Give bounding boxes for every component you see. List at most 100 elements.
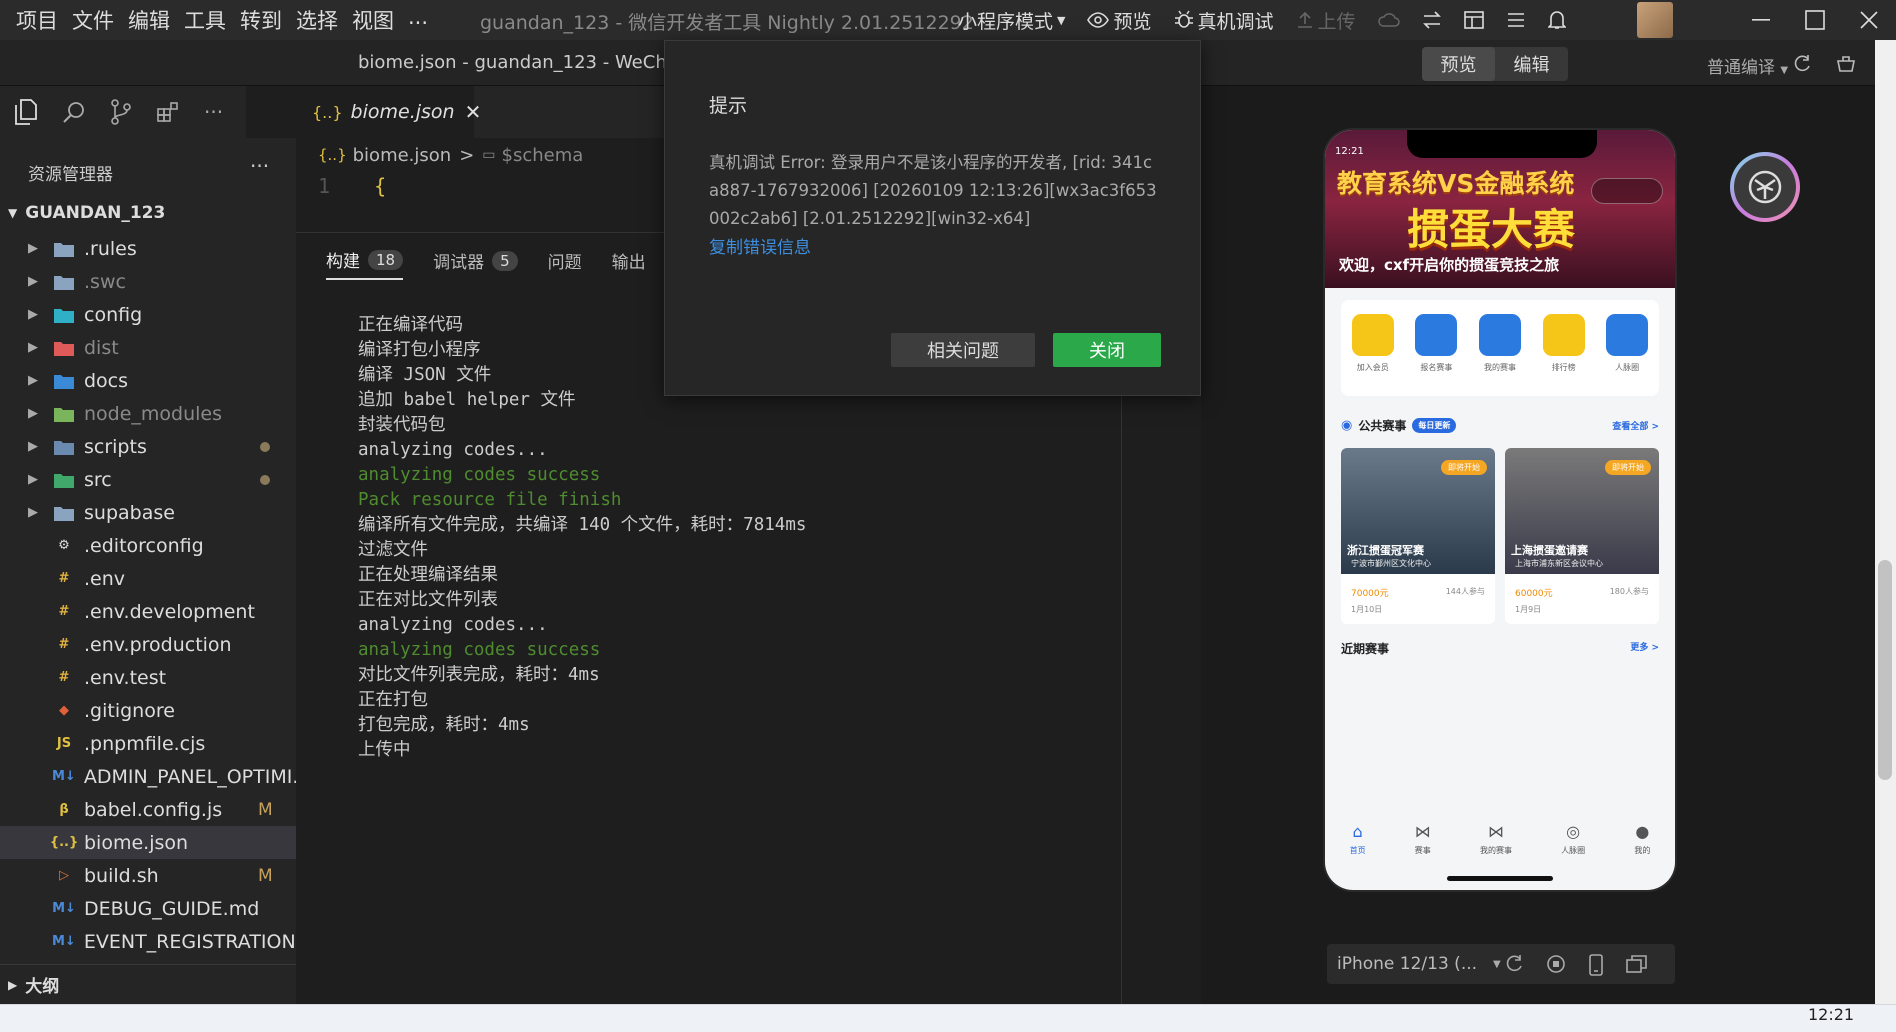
maximize-button[interactable] — [1788, 0, 1842, 40]
related-issues-button[interactable]: 相关问题 — [891, 333, 1035, 367]
menu-more[interactable]: ... — [408, 5, 428, 35]
remote-debug-button[interactable]: 真机调试 — [1174, 7, 1274, 34]
clear-cache-button[interactable] — [1836, 53, 1856, 73]
source-control-icon[interactable] — [110, 99, 132, 125]
cloud-button[interactable] — [1377, 12, 1400, 28]
switch-button[interactable] — [1422, 11, 1442, 29]
view-all-link[interactable]: 查看全部 > — [1612, 419, 1659, 432]
grid-item[interactable]: 报名赛事 — [1415, 314, 1458, 396]
folder-dist[interactable]: ▶ dist — [0, 331, 296, 364]
phone-simulator[interactable]: 12:21 教育系统VS金融系统 掼蛋大赛 欢迎，cxf开启你的掼蛋竞技之旅 加… — [1325, 130, 1675, 890]
grid-item-label: 加入会员 — [1356, 363, 1389, 372]
file-env-production[interactable]: # .env.production — [0, 628, 296, 661]
upload-button[interactable]: 上传 — [1296, 7, 1356, 34]
banner-headline: 掼蛋大赛 — [1407, 205, 1576, 254]
phone-icon[interactable] — [1588, 954, 1604, 976]
close-window-button[interactable] — [1842, 0, 1896, 40]
menu-view[interactable]: 视图 — [352, 5, 394, 35]
menu-project[interactable]: 项目 — [16, 5, 58, 35]
grid-item[interactable]: 我的赛事 — [1478, 314, 1521, 396]
event-card[interactable]: 即将开始 上海掼蛋邀请赛 上海市浦东新区会议中心 60000元 180人参与 1月9日 — [1505, 448, 1659, 624]
file-pnpmfile-cjs[interactable]: JS .pnpmfile.cjs — [0, 727, 296, 760]
extensions-icon[interactable] — [156, 100, 180, 124]
panel-tab-3[interactable]: 输出 — [612, 247, 646, 280]
public-tag: 每日更新 — [1412, 417, 1457, 433]
close-dialog-button[interactable]: 关闭 — [1053, 333, 1161, 367]
panel-tab-1[interactable]: 调试器 5 — [433, 247, 518, 280]
tree-item-label: src — [84, 468, 112, 491]
assistant-button[interactable] — [1730, 152, 1800, 222]
phone-tab-1[interactable]: ⋈ 赛事 — [1415, 822, 1431, 870]
outline-section[interactable]: ▶ 大纲 — [0, 964, 296, 1004]
editor-tab-biome[interactable]: {..} biome.json ✕ — [296, 86, 481, 138]
file-babel-config-js[interactable]: β babel.config.js M — [0, 793, 296, 826]
menu-goto[interactable]: 转到 — [240, 5, 282, 35]
code-line[interactable]: 1 { — [318, 174, 386, 198]
panel-tab-0[interactable]: 构建 18 — [326, 247, 404, 280]
folder-config[interactable]: ▶ config — [0, 298, 296, 331]
grid-item[interactable]: 排行榜 — [1542, 314, 1585, 396]
folder-rules[interactable]: ▶ .rules — [0, 232, 296, 265]
file-env[interactable]: # .env — [0, 562, 296, 595]
folder-scripts[interactable]: ▶ scripts — [0, 430, 296, 463]
outer-scrollbar[interactable] — [1875, 40, 1896, 1004]
breadcrumb-symbol[interactable]: $schema — [502, 145, 584, 166]
layout-button[interactable] — [1463, 11, 1484, 29]
phone-tab-2[interactable]: ⋈ 我的赛事 — [1480, 822, 1512, 870]
breadcrumb-file[interactable]: biome.json — [353, 145, 452, 166]
file-admin-panel-optimi[interactable]: M↓ ADMIN_PANEL_OPTIMI... — [0, 760, 296, 793]
sim-preview-tab[interactable]: 预览 — [1422, 47, 1495, 81]
copy-error-link[interactable]: 复制错误信息 — [709, 233, 811, 258]
folder-docs[interactable]: ▶ docs — [0, 364, 296, 397]
mode-dropdown[interactable]: 小程序模式 ▼ — [958, 7, 1065, 34]
phone-tab-3[interactable]: ◎ 人脉圈 — [1561, 822, 1585, 870]
folder-src[interactable]: ▶ src — [0, 463, 296, 496]
folder-node-modules[interactable]: ▶ node_modules — [0, 397, 296, 430]
grid-item[interactable]: 人脉圈 — [1606, 314, 1649, 396]
file-debug-guide-md[interactable]: M↓ DEBUG_GUIDE.md — [0, 892, 296, 925]
menu-edit[interactable]: 编辑 — [128, 5, 170, 35]
event-card[interactable]: 即将开始 浙江掼蛋冠军赛 宁波市鄞州区文化中心 70000元 144人参与 1月10日 — [1341, 448, 1495, 624]
sim-edit-tab[interactable]: 编辑 — [1495, 47, 1568, 81]
miniprogram-capsule[interactable] — [1591, 178, 1663, 204]
more-icon[interactable]: ··· — [204, 100, 223, 124]
panel-tab-2[interactable]: 问题 — [548, 247, 582, 280]
compile-mode-dropdown[interactable]: 普通编译 ▼ — [1707, 53, 1788, 78]
windows-icon[interactable] — [1626, 954, 1648, 974]
preview-button[interactable]: 预览 — [1087, 7, 1152, 34]
stop-icon[interactable] — [1546, 954, 1566, 974]
project-root[interactable]: ▼ GUANDAN_123 — [0, 198, 296, 228]
file-biome-json[interactable]: {..} biome.json — [0, 826, 296, 859]
folder-supabase[interactable]: ▶ supabase — [0, 496, 296, 529]
folder-icon — [52, 271, 76, 293]
notification-button[interactable] — [1547, 10, 1566, 30]
phone-tab-4[interactable]: ● 我的 — [1634, 822, 1650, 870]
files-icon[interactable] — [14, 99, 38, 125]
refresh-button[interactable] — [1792, 54, 1812, 74]
user-avatar[interactable] — [1637, 2, 1673, 38]
phone-tab-0[interactable]: ⌂ 首页 — [1350, 822, 1366, 870]
menu-file[interactable]: 文件 — [72, 5, 114, 35]
file-env-test[interactable]: # .env.test — [0, 661, 296, 694]
menu-button[interactable] — [1506, 12, 1526, 28]
event-location: 上海市浦东新区会议中心 — [1515, 559, 1603, 568]
tab-icon: ⌂ — [1352, 822, 1363, 841]
search-icon[interactable] — [62, 100, 86, 124]
file-build-sh[interactable]: ▷ build.sh M — [0, 859, 296, 892]
file-gitignore[interactable]: ◆ .gitignore — [0, 694, 296, 727]
folder-swc[interactable]: ▶ .swc — [0, 265, 296, 298]
file-event-registration[interactable]: M↓ EVENT_REGISTRATION... — [0, 925, 296, 958]
file-editorconfig[interactable]: ⚙ .editorconfig — [0, 529, 296, 562]
home-indicator — [1447, 876, 1553, 881]
minimize-button[interactable] — [1734, 0, 1788, 40]
event-prize: 60000元 — [1515, 589, 1553, 599]
scrollbar-thumb[interactable] — [1878, 560, 1892, 780]
file-env-development[interactable]: # .env.development — [0, 595, 296, 628]
menu-tools[interactable]: 工具 — [184, 5, 226, 35]
grid-item[interactable]: 加入会员 — [1351, 314, 1394, 396]
recent-more-link[interactable]: 更多 > — [1630, 640, 1659, 657]
rotate-icon[interactable] — [1504, 954, 1524, 974]
menu-select[interactable]: 选择 — [296, 5, 338, 35]
explorer-more-button[interactable]: ··· — [250, 154, 269, 178]
tab-close-icon[interactable]: ✕ — [465, 100, 482, 124]
